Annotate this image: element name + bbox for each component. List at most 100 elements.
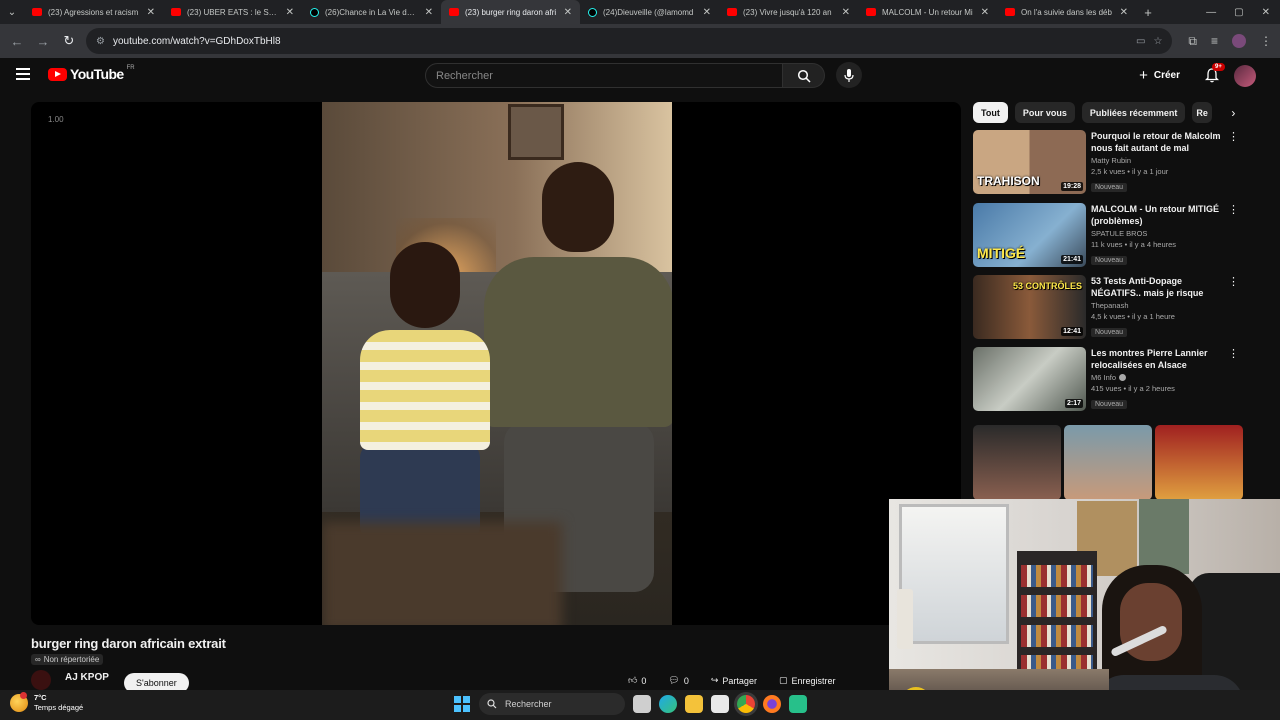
recommendation-channel[interactable]: Matty Rubin — [1091, 156, 1226, 165]
chip-for-you[interactable]: Pour vous — [1014, 102, 1075, 123]
close-tab-icon[interactable]: ✕ — [981, 7, 989, 18]
chip-recent[interactable]: Publiées récemment — [1081, 102, 1186, 123]
url-text[interactable]: youtube.com/watch?v=GDhDoxTbHl8 — [113, 36, 1128, 47]
browser-tab[interactable]: On l'a suivie dans les déb ✕ — [997, 0, 1136, 24]
back-icon[interactable]: ← — [8, 34, 26, 49]
profile-avatar[interactable] — [1232, 34, 1246, 48]
reload-icon[interactable]: ↻ — [60, 33, 78, 49]
recommendation-title[interactable]: Pourquoi le retour de Malcolm nous fait … — [1091, 130, 1226, 154]
close-tab-icon[interactable]: ✕ — [842, 7, 850, 18]
new-tab-button[interactable]: + — [1136, 5, 1160, 20]
app-icon[interactable] — [789, 695, 807, 713]
windows-start-icon[interactable] — [453, 695, 471, 713]
chrome-icon[interactable] — [737, 695, 755, 713]
close-tab-icon[interactable]: ✕ — [286, 7, 294, 18]
recommendation-title[interactable]: MALCOLM - Un retour MITIGÉ (problèmes) — [1091, 203, 1226, 227]
recommendation-item[interactable]: 2:17 Les montres Pierre Lannier relocali… — [973, 347, 1241, 411]
minimize-icon[interactable]: — — [1206, 7, 1216, 18]
chip-all[interactable]: Tout — [973, 102, 1008, 123]
media-icon[interactable]: ≡ — [1211, 34, 1218, 48]
recommendation-item[interactable]: 53 CONTRÔLES 12:41 53 Tests Anti-Dopage … — [973, 275, 1241, 339]
video-thumbnail[interactable]: MITIGÉ 21:41 — [973, 203, 1086, 267]
store-icon[interactable] — [711, 695, 729, 713]
new-badge: Nouveau — [1091, 328, 1128, 337]
user-avatar[interactable] — [1234, 64, 1256, 87]
video-frame — [322, 102, 672, 625]
more-options-icon[interactable]: ⋮ — [1228, 275, 1239, 339]
browser-tab[interactable]: (26)Chance in La Vie de Fe ✕ — [302, 0, 441, 24]
maximize-icon[interactable]: ▢ — [1234, 7, 1243, 18]
recommendation-item[interactable]: TRAHISON 19:28 Pourquoi le retour de Mal… — [973, 130, 1241, 194]
taskbar-search-label: Rechercher — [505, 699, 552, 709]
extensions-icon[interactable]: ⧉ — [1188, 34, 1197, 49]
create-button[interactable]: + Créer — [1129, 62, 1190, 89]
short-thumbnail[interactable] — [1155, 425, 1243, 500]
chip-related[interactable]: Re — [1192, 102, 1213, 123]
browser-tab[interactable]: (23) UBER EATS : le SCAN ✕ — [163, 0, 302, 24]
close-tab-icon[interactable]: ✕ — [425, 7, 433, 18]
short-thumbnail[interactable] — [1064, 425, 1152, 500]
close-tab-icon[interactable]: ✕ — [564, 7, 572, 18]
close-tab-icon[interactable]: ✕ — [703, 7, 711, 18]
omnibox[interactable]: ⚙ youtube.com/watch?v=GDhDoxTbHl8 ▭ ☆ — [86, 28, 1173, 54]
tiktok-favicon-icon — [588, 7, 597, 17]
comments-button[interactable]: 💬︎ 0 — [662, 673, 694, 688]
edge-icon[interactable] — [659, 695, 677, 713]
bookmark-star-icon[interactable]: ☆ — [1153, 36, 1162, 47]
duration-label: 21:41 — [1061, 255, 1083, 264]
menu-hamburger-icon[interactable] — [16, 68, 30, 80]
more-options-icon[interactable]: ⋮ — [1228, 203, 1239, 267]
short-thumbnail[interactable] — [973, 425, 1061, 500]
search-button[interactable] — [783, 63, 825, 88]
weather-desc: Temps dégagé — [34, 703, 84, 712]
notifications-button[interactable]: 9+ — [1202, 62, 1225, 86]
channel-avatar[interactable] — [31, 670, 51, 690]
browser-tab[interactable]: (23) Agressions et racism ✕ — [24, 0, 163, 24]
cast-icon[interactable]: ▭ — [1136, 36, 1145, 47]
recommendation-channel[interactable]: SPATULE BROS — [1091, 229, 1226, 238]
video-player[interactable]: 1.00 — [31, 102, 961, 625]
taskbar-search[interactable]: Rechercher — [479, 693, 625, 715]
browser-menu-icon[interactable]: ⋮ — [1260, 34, 1272, 48]
share-button[interactable]: ↪ Partager — [705, 673, 763, 688]
voice-search-button[interactable] — [836, 62, 862, 88]
new-badge: Nouveau — [1091, 400, 1128, 409]
like-button[interactable]: 👍︎ 0 — [622, 673, 652, 688]
browser-tab[interactable]: (24)Dieuveille (@lamomd ✕ — [580, 0, 719, 24]
file-explorer-icon[interactable] — [685, 695, 703, 713]
recommendation-channel[interactable]: Thepanash — [1091, 301, 1226, 310]
browser-tab[interactable]: (23) Vivre jusqu'à 120 an ✕ — [719, 0, 858, 24]
recommendation-channel[interactable]: M6 Info — [1091, 373, 1116, 382]
tab-search-chevron-icon[interactable]: ⌄ — [0, 0, 24, 24]
weather-widget[interactable]: 7°C Temps dégagé — [10, 692, 84, 713]
thumbnail-text: MITIGÉ — [977, 245, 1026, 261]
close-window-icon[interactable]: ✕ — [1262, 7, 1270, 18]
recommendation-title[interactable]: Les montres Pierre Lannier relocalisées … — [1091, 347, 1226, 371]
duration-label: 12:41 — [1061, 327, 1083, 336]
task-view-icon[interactable] — [633, 695, 651, 713]
tab-title: On l'a suivie dans les déb — [1021, 7, 1112, 17]
recommendation-channel-row: M6 Info — [1091, 373, 1226, 382]
more-options-icon[interactable]: ⋮ — [1228, 347, 1239, 411]
video-thumbnail[interactable]: 53 CONTRÔLES 12:41 — [973, 275, 1086, 339]
recommendation-item[interactable]: MITIGÉ 21:41 MALCOLM - Un retour MITIGÉ … — [973, 203, 1241, 267]
video-thumbnail[interactable]: TRAHISON 19:28 — [973, 130, 1086, 194]
search-icon — [487, 699, 497, 709]
youtube-logo[interactable]: YouTube FR — [48, 65, 135, 82]
recommendation-title[interactable]: 53 Tests Anti-Dopage NÉGATIFS.. mais je … — [1091, 275, 1226, 299]
more-options-icon[interactable]: ⋮ — [1228, 130, 1239, 194]
tab-title: (26)Chance in La Vie de Fe — [325, 7, 419, 17]
site-info-icon[interactable]: ⚙ — [96, 36, 105, 47]
video-thumbnail[interactable]: 2:17 — [973, 347, 1086, 411]
save-button[interactable]: ▢ Enregistrer — [773, 673, 842, 688]
channel-name[interactable]: AJ KPOP — [65, 672, 109, 683]
chevron-right-icon[interactable]: › — [1219, 106, 1235, 120]
search-input[interactable] — [436, 69, 782, 82]
close-tab-icon[interactable]: ✕ — [1120, 7, 1128, 18]
browser-tab[interactable]: MALCOLM - Un retour Mi ✕ — [858, 0, 997, 24]
close-tab-icon[interactable]: ✕ — [147, 7, 155, 18]
country-code: FR — [126, 65, 135, 71]
firefox-icon[interactable] — [763, 695, 781, 713]
browser-tab[interactable]: (23) burger ring daron afri ✕ — [441, 0, 580, 24]
forward-icon[interactable]: → — [34, 34, 52, 49]
